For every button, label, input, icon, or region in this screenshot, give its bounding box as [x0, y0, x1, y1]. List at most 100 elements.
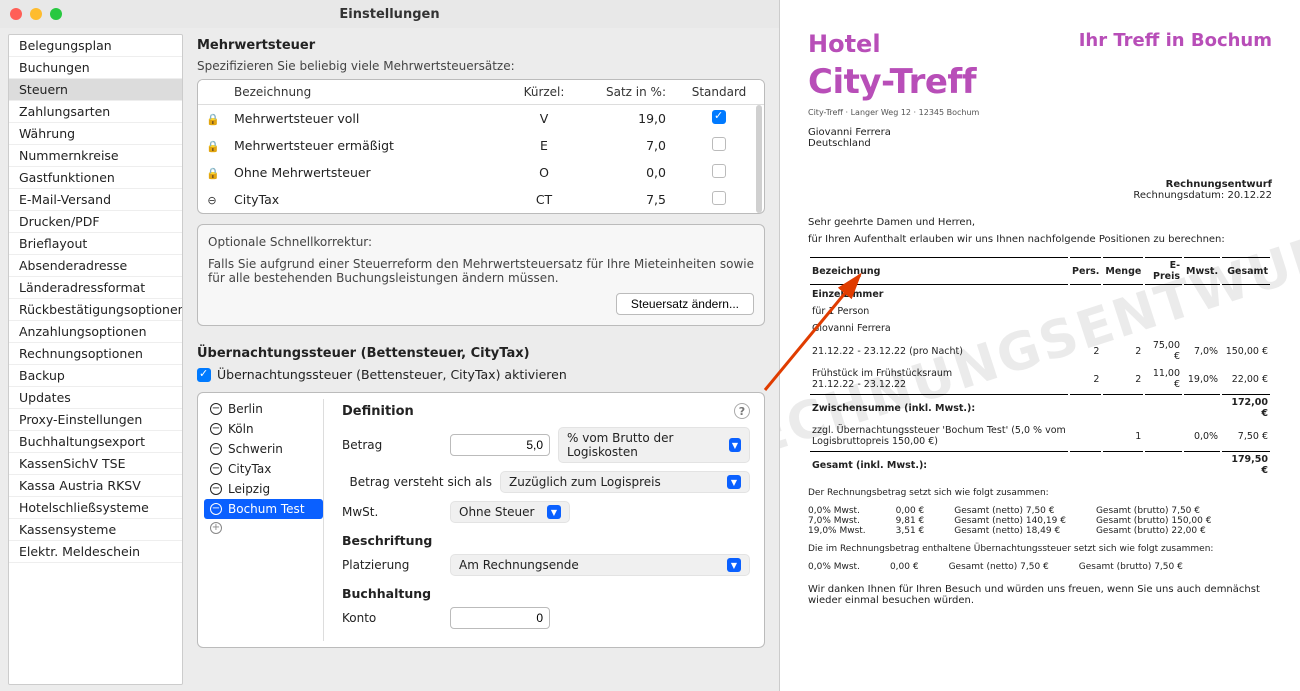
standard-checkbox[interactable]: [712, 110, 726, 124]
sidebar-item[interactable]: Elektr. Meldeschein: [9, 541, 182, 563]
sidebar-item[interactable]: Updates: [9, 387, 182, 409]
tax-list-item[interactable]: −Schwerin: [204, 439, 323, 459]
sidebar-item[interactable]: Gastfunktionen: [9, 167, 182, 189]
sidebar-item[interactable]: Backup: [9, 365, 182, 387]
sidebar-item[interactable]: Kassensysteme: [9, 519, 182, 541]
chevron-down-icon: ▼: [727, 558, 741, 572]
standard-checkbox[interactable]: [712, 191, 726, 205]
window-title: Einstellungen: [339, 7, 439, 22]
sidebar-item[interactable]: Rückbestätigungsoptionen: [9, 299, 182, 321]
col-satz: Satz in %:: [584, 80, 674, 104]
enable-acc-tax-checkbox[interactable]: [197, 368, 211, 382]
sidebar-item[interactable]: Rechnungsoptionen: [9, 343, 182, 365]
minus-icon: −: [210, 483, 222, 495]
tax-list-item[interactable]: −Bochum Test: [204, 499, 323, 519]
sidebar-item[interactable]: Drucken/PDF: [9, 211, 182, 233]
sidebar-item[interactable]: Brieflayout: [9, 233, 182, 255]
amount-unit-select[interactable]: % vom Brutto der Logiskosten▼: [558, 427, 750, 463]
sidebar-item[interactable]: Buchhaltungsexport: [9, 431, 182, 453]
sidebar-item[interactable]: Hotelschließsysteme: [9, 497, 182, 519]
vat-select[interactable]: Ohne Steuer▼: [450, 501, 570, 523]
recipient: Giovanni Ferrera Deutschland: [808, 127, 1272, 149]
tax-list: −Berlin−Köln−Schwerin−CityTax−Leipzig−Bo…: [204, 399, 324, 641]
understand-label: Betrag versteht sich als: [342, 475, 492, 489]
sidebar-item[interactable]: Steuern: [9, 79, 182, 101]
sidebar-item[interactable]: Kassa Austria RKSV: [9, 475, 182, 497]
tax-list-item[interactable]: −CityTax: [204, 459, 323, 479]
sidebar-item[interactable]: E-Mail-Versand: [9, 189, 182, 211]
invoice-table: Bezeichnung Pers. Menge E-Preis Mwst. Ge…: [808, 255, 1272, 480]
col-std: Standard: [674, 80, 764, 104]
chevron-down-icon: ▼: [729, 438, 741, 452]
acc-tax-panel: −Berlin−Köln−Schwerin−CityTax−Leipzig−Bo…: [197, 392, 765, 648]
vat-row[interactable]: 🔒 Ohne Mehrwertsteuer O 0,0: [198, 159, 764, 186]
logo-top: Hotel: [808, 30, 881, 58]
standard-checkbox[interactable]: [712, 137, 726, 151]
chevron-down-icon: ▼: [727, 475, 741, 489]
correction-box: Optionale Schnellkorrektur: Falls Sie au…: [197, 224, 765, 326]
amount-label: Betrag: [342, 438, 442, 452]
correction-desc: Falls Sie aufgrund einer Steuerreform de…: [208, 257, 754, 285]
sidebar-item[interactable]: Buchungen: [9, 57, 182, 79]
sidebar-item[interactable]: Länderadressformat: [9, 277, 182, 299]
add-tax-button[interactable]: +: [204, 519, 323, 537]
lock-icon: 🔒: [206, 167, 220, 180]
minus-icon: −: [210, 503, 222, 515]
sidebar: BelegungsplanBuchungenSteuernZahlungsart…: [8, 34, 183, 685]
amount-input[interactable]: [450, 434, 550, 456]
sidebar-item[interactable]: Nummernkreise: [9, 145, 182, 167]
account-label: Konto: [342, 611, 442, 625]
vat-label: MwSt.: [342, 505, 442, 519]
standard-checkbox[interactable]: [712, 164, 726, 178]
placement-label: Platzierung: [342, 558, 442, 572]
sidebar-item[interactable]: Zahlungsarten: [9, 101, 182, 123]
tax-list-item[interactable]: −Köln: [204, 419, 323, 439]
understand-select[interactable]: Zuzüglich zum Logispreis▼: [500, 471, 750, 493]
breakdown-intro: Der Rechnungsbetrag setzt sich wie folgt…: [808, 488, 1272, 498]
col-name: Bezeichnung: [226, 80, 504, 104]
placement-select[interactable]: Am Rechnungsende▼: [450, 554, 750, 576]
sidebar-item[interactable]: Anzahlungsoptionen: [9, 321, 182, 343]
sidebar-item[interactable]: Währung: [9, 123, 182, 145]
caption-heading: Beschriftung: [342, 533, 750, 548]
accommodation-tax-heading: Übernachtungssteuer (Bettensteuer, CityT…: [197, 346, 765, 361]
change-rate-button[interactable]: Steuersatz ändern...: [616, 293, 754, 315]
sidebar-item[interactable]: Belegungsplan: [9, 35, 182, 57]
zoom-icon[interactable]: [50, 8, 62, 20]
intro-text: für Ihren Aufenthalt erlauben wir uns Ih…: [808, 234, 1272, 245]
vat-row[interactable]: 🔒 Mehrwertsteuer voll V 19,0: [198, 105, 764, 132]
scrollbar[interactable]: [756, 105, 762, 213]
minus-icon: ⊖: [207, 194, 216, 207]
closing-text: Wir danken Ihnen für Ihren Besuch und wü…: [808, 584, 1272, 606]
minus-icon: −: [210, 403, 222, 415]
definition-heading: Definition: [342, 404, 414, 419]
vat-row[interactable]: 🔒 Mehrwertsteuer ermäßigt E 7,0: [198, 132, 764, 159]
plus-icon: +: [210, 522, 222, 534]
vat-row[interactable]: ⊖ CityTax CT 7,5: [198, 186, 764, 213]
account-input[interactable]: [450, 607, 550, 629]
salutation: Sehr geehrte Damen und Herren,: [808, 217, 1272, 228]
content-pane: Mehrwertsteuer Spezifizieren Sie beliebi…: [183, 28, 779, 691]
definition-panel: Definition ? Betrag % vom Brutto der Log…: [334, 399, 758, 641]
invoice-meta: Rechnungsentwurf Rechnungsdatum: 20.12.2…: [808, 179, 1272, 201]
vat-table: Bezeichnung Kürzel: Satz in %: Standard …: [197, 79, 765, 214]
accounting-heading: Buchhaltung: [342, 586, 750, 601]
minimize-icon[interactable]: [30, 8, 42, 20]
help-icon[interactable]: ?: [734, 403, 750, 419]
sidebar-item[interactable]: Absenderadresse: [9, 255, 182, 277]
tax-list-item[interactable]: −Leipzig: [204, 479, 323, 499]
enable-acc-tax-label: Übernachtungssteuer (Bettensteuer, CityT…: [217, 367, 567, 382]
vat-breakdown: 0,0% Mwst.7,0% Mwst.19,0% Mwst.0,00 €9,8…: [808, 506, 1272, 536]
vat-desc: Spezifizieren Sie beliebig viele Mehrwer…: [197, 59, 765, 73]
tax-list-item[interactable]: −Berlin: [204, 399, 323, 419]
invoice-preview: RECHNUNGSENTWURF Hotel Ihr Treff in Boch…: [780, 0, 1300, 691]
slogan: Ihr Treff in Bochum: [1079, 30, 1272, 51]
acc-breakdown-intro: Die im Rechnungsbetrag enthaltene Überna…: [808, 544, 1272, 554]
sidebar-item[interactable]: Proxy-Einstellungen: [9, 409, 182, 431]
sender-address: City-Treff · Langer Weg 12 · 12345 Bochu…: [808, 108, 1272, 117]
acc-breakdown: 0,0% Mwst. 0,00 € Gesamt (netto) 7,50 € …: [808, 562, 1272, 572]
settings-window: Einstellungen BelegungsplanBuchungenSteu…: [0, 0, 780, 691]
col-kurz: Kürzel:: [504, 80, 584, 104]
close-icon[interactable]: [10, 8, 22, 20]
sidebar-item[interactable]: KassenSichV TSE: [9, 453, 182, 475]
